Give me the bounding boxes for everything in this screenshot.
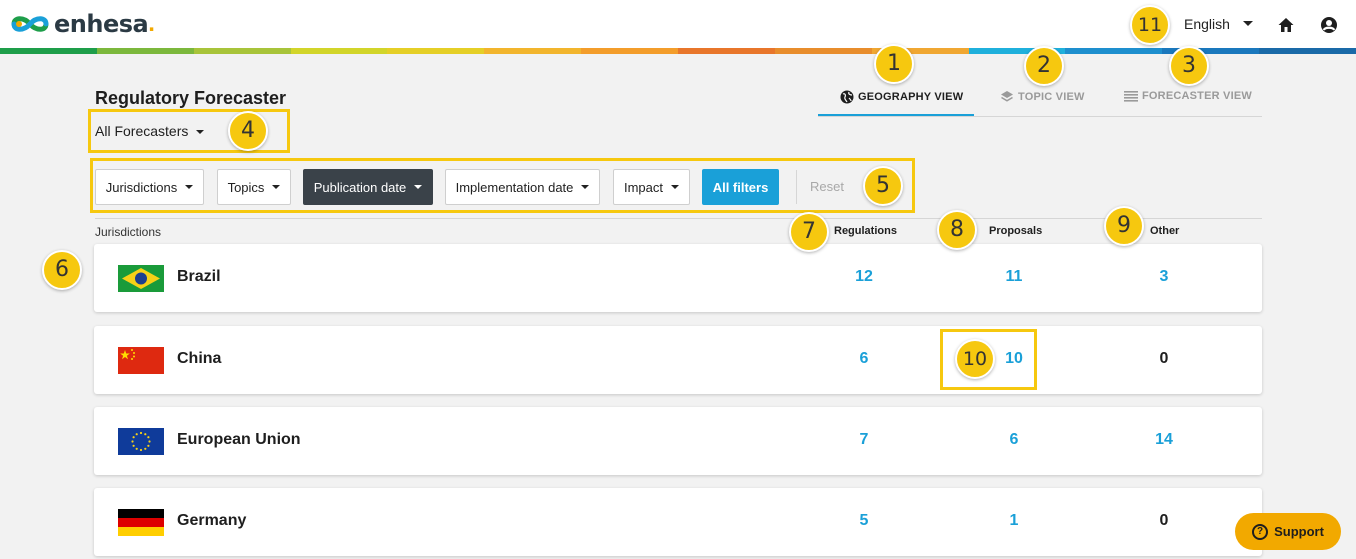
- callout-badge: 11: [1130, 5, 1170, 45]
- jurisdictions-filter-label: Jurisdictions: [105, 179, 178, 195]
- tab-geography-view[interactable]: GEOGRAPHY VIEW: [840, 90, 963, 104]
- column-header-proposals[interactable]: Proposals: [989, 225, 1042, 237]
- publication-date-filter-label: Publication date: [313, 179, 407, 195]
- table-row[interactable]: European Union 7 6 14: [94, 407, 1262, 475]
- brand-color-bar: [0, 48, 1356, 54]
- chevron-down-icon: [414, 185, 423, 189]
- logo-icon: [11, 16, 49, 32]
- publication-date-filter-button[interactable]: Publication date: [303, 169, 433, 205]
- implementation-date-filter-button[interactable]: Implementation date: [445, 169, 600, 205]
- color-bar-segment: [774, 48, 872, 54]
- tab-forecaster-label: FORECASTER VIEW: [1142, 90, 1252, 102]
- callout-badge: 1: [874, 44, 914, 84]
- other-count: 0: [1159, 350, 1169, 367]
- question-icon: ?: [1252, 523, 1269, 540]
- column-header-other[interactable]: Other: [1150, 225, 1179, 237]
- brand-name: enhesa: [54, 10, 149, 38]
- tabs-divider: [818, 116, 1262, 117]
- chevron-down-icon[interactable]: [1243, 21, 1253, 26]
- germany-flag-icon: [118, 509, 164, 536]
- tab-forecaster-view[interactable]: FORECASTER VIEW: [1124, 90, 1252, 102]
- color-bar-segment: [1259, 48, 1356, 54]
- jurisdiction-name: Brazil: [177, 268, 221, 285]
- enhesa-logo[interactable]: enhesa.: [10, 10, 155, 38]
- callout-badge: 7: [789, 212, 829, 252]
- regulations-count[interactable]: 7: [844, 431, 884, 449]
- jurisdiction-name: China: [177, 350, 222, 367]
- implementation-date-filter-label: Implementation date: [455, 179, 574, 195]
- callout-badge: 5: [863, 166, 903, 206]
- color-bar-segment: [581, 48, 679, 54]
- list-icon: [1124, 91, 1138, 102]
- impact-filter-button[interactable]: Impact: [613, 169, 690, 205]
- home-icon[interactable]: [1277, 16, 1295, 34]
- color-bar-segment: [678, 48, 775, 54]
- callout-badge: 8: [937, 210, 977, 250]
- chevron-down-icon: [272, 185, 281, 189]
- table-row[interactable]: Germany 5 1 0: [94, 488, 1262, 556]
- jurisdiction-name: Germany: [177, 512, 247, 529]
- chevron-down-icon: [581, 185, 590, 189]
- callout-badge: 9: [1104, 206, 1144, 246]
- column-header-regulations[interactable]: Regulations: [834, 225, 897, 237]
- tab-geography-label: GEOGRAPHY VIEW: [858, 91, 964, 103]
- chevron-down-icon: [671, 185, 679, 189]
- regulations-count[interactable]: 6: [844, 350, 884, 368]
- active-tab-indicator: [818, 114, 974, 116]
- support-button[interactable]: ? Support: [1235, 513, 1341, 550]
- topics-filter-button[interactable]: Topics: [217, 169, 291, 205]
- regulations-count[interactable]: 12: [844, 268, 884, 286]
- reset-button[interactable]: Reset: [796, 170, 856, 204]
- callout-badge: 10: [955, 339, 995, 379]
- color-bar-segment: [290, 48, 388, 54]
- other-count[interactable]: 14: [1144, 431, 1184, 449]
- layers-icon: [1001, 91, 1013, 102]
- table-row[interactable]: Brazil 12 11 3: [94, 244, 1262, 312]
- color-bar-segment: [484, 48, 582, 54]
- other-count: 0: [1159, 512, 1169, 529]
- chevron-down-icon: [185, 185, 194, 189]
- jurisdiction-name: European Union: [177, 431, 301, 448]
- callout-badge: 3: [1169, 46, 1209, 86]
- impact-filter-label: Impact: [623, 179, 663, 195]
- all-filters-button[interactable]: All filters: [702, 169, 779, 205]
- brand-dot: .: [148, 10, 155, 37]
- tab-topic-label: TOPIC VIEW: [1018, 91, 1085, 103]
- color-bar-segment: [387, 48, 485, 54]
- color-bar-segment: [193, 48, 291, 54]
- other-count[interactable]: 3: [1144, 268, 1184, 286]
- color-bar-segment: [96, 48, 194, 54]
- proposals-count[interactable]: 1: [994, 512, 1034, 530]
- regulations-count[interactable]: 5: [844, 512, 884, 530]
- account-icon[interactable]: [1320, 16, 1338, 34]
- proposals-count[interactable]: 6: [994, 431, 1034, 449]
- color-bar-segment: [0, 48, 97, 54]
- eu-flag-icon: [118, 428, 164, 455]
- page-title: Regulatory Forecaster: [95, 88, 287, 108]
- jurisdictions-filter-button[interactable]: Jurisdictions: [95, 169, 204, 205]
- proposals-count[interactable]: 11: [994, 268, 1034, 286]
- callout-badge: 2: [1024, 46, 1064, 86]
- globe-icon: [840, 90, 854, 104]
- brazil-flag-icon: [118, 265, 164, 292]
- color-bar-segment: [1065, 48, 1163, 54]
- china-flag-icon: [118, 347, 164, 374]
- table-row[interactable]: China 6 10 0: [94, 326, 1262, 394]
- filters-divider: [95, 218, 1262, 219]
- support-label: Support: [1274, 524, 1324, 539]
- column-header-jurisdictions: Jurisdictions: [95, 225, 162, 239]
- topics-filter-label: Topics: [227, 179, 265, 195]
- tab-topic-view[interactable]: TOPIC VIEW: [1000, 90, 1085, 104]
- callout-badge: 6: [42, 250, 82, 290]
- language-select[interactable]: English: [1184, 16, 1230, 32]
- callout-badge: 4: [228, 111, 268, 151]
